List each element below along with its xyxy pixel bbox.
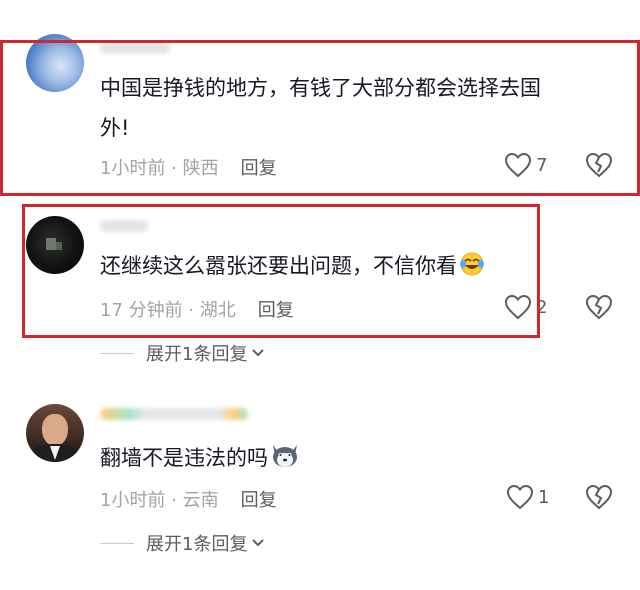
expand-replies-label: 展开1条回复 bbox=[146, 534, 248, 555]
comment-3: 翻墙不是违法的吗 1小时前 · 云南 回复 1 展开1条回复 bbox=[0, 376, 640, 590]
like-button[interactable]: 1 bbox=[506, 484, 549, 510]
comment-meta: 1小时前 · 云南 回复 bbox=[100, 486, 277, 512]
divider-line bbox=[100, 352, 134, 354]
reply-button[interactable]: 回复 bbox=[241, 490, 277, 511]
chevron-down-icon bbox=[252, 539, 265, 547]
chevron-down-icon bbox=[252, 349, 265, 357]
time-location: 1小时前 · 云南 bbox=[100, 490, 219, 511]
expand-replies-button[interactable]: 展开1条回复 bbox=[100, 530, 265, 556]
heart-icon bbox=[506, 484, 534, 510]
husky-emoji-icon bbox=[270, 441, 300, 480]
expand-replies-label: 展开1条回复 bbox=[146, 344, 248, 365]
expand-replies-button[interactable]: 展开1条回复 bbox=[100, 340, 265, 366]
comment-text: 翻墙不是违法的吗 bbox=[100, 440, 300, 480]
username-blurred[interactable] bbox=[100, 408, 248, 420]
like-count: 1 bbox=[538, 486, 550, 508]
highlight-box-2 bbox=[22, 204, 540, 338]
user-avatar[interactable] bbox=[26, 404, 84, 462]
highlight-box-1 bbox=[0, 40, 640, 196]
broken-heart-icon[interactable] bbox=[585, 484, 613, 510]
broken-heart-icon[interactable] bbox=[585, 294, 613, 320]
comment-text-content: 翻墙不是违法的吗 bbox=[100, 446, 268, 470]
divider-line bbox=[100, 542, 134, 544]
